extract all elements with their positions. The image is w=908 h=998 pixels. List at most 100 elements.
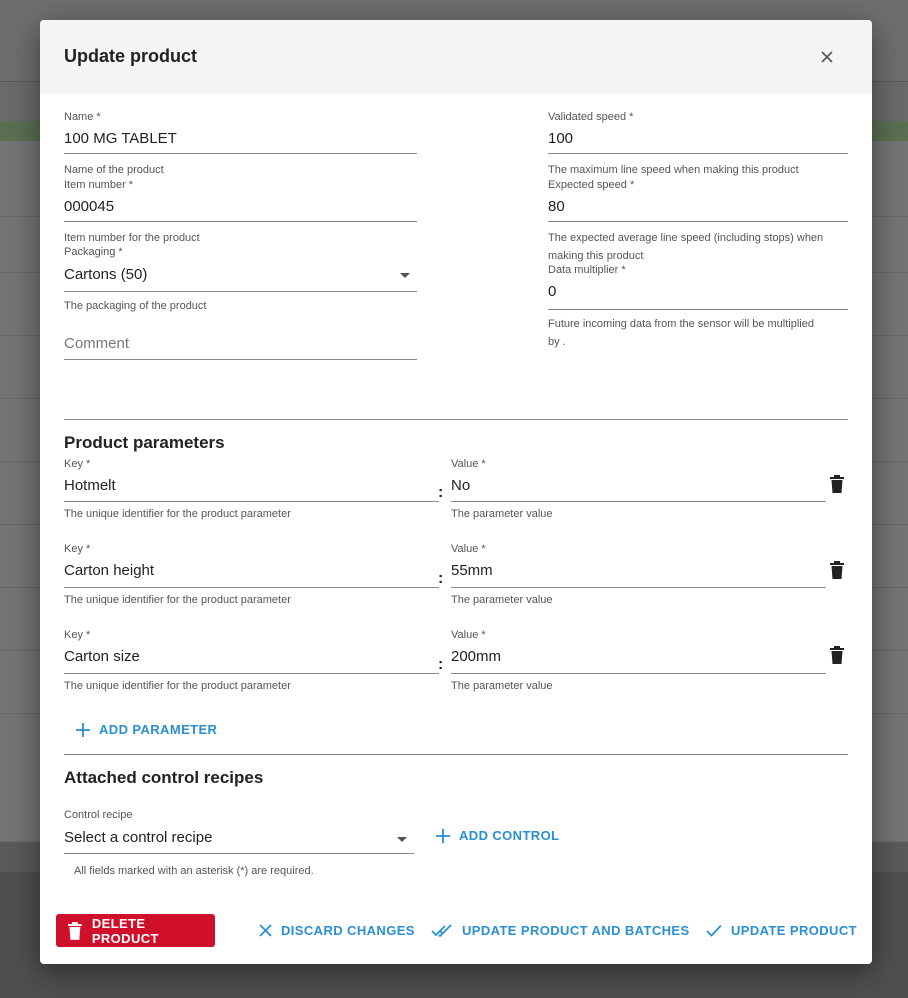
close-icon bbox=[821, 51, 833, 63]
expected-speed-input[interactable]: 80 bbox=[548, 198, 565, 215]
control-recipe-select[interactable]: Control recipe Select a control recipe bbox=[64, 809, 414, 855]
expected-speed-underline bbox=[548, 221, 848, 222]
check-icon bbox=[706, 924, 722, 937]
validated-speed-label: Validated speed * bbox=[548, 111, 634, 123]
parameter-value-field[interactable]: Value * 55mm The parameter value bbox=[451, 543, 826, 609]
packaging-label: Packaging * bbox=[64, 246, 123, 258]
parameter-key-input[interactable]: Carton height bbox=[64, 562, 154, 579]
trash-icon bbox=[68, 921, 82, 940]
validated-speed-hint: The maximum line speed when making this … bbox=[548, 164, 799, 176]
discard-changes-button[interactable]: DISCARD CHANGES bbox=[259, 923, 415, 938]
parameter-key-field[interactable]: Key * Carton size The unique identifier … bbox=[64, 629, 439, 695]
parameter-value-input[interactable]: 55mm bbox=[451, 562, 493, 579]
parameter-key-underline bbox=[64, 501, 439, 502]
chevron-down-icon[interactable] bbox=[397, 837, 407, 842]
data-multiplier-hint-line: by . bbox=[548, 336, 566, 348]
parameter-key-underline bbox=[64, 587, 439, 588]
parameter-key-field[interactable]: Key * Hotmelt The unique identifier for … bbox=[64, 458, 439, 524]
parameter-value-field[interactable]: Value * No The parameter value bbox=[451, 458, 826, 524]
parameter-key-label: Key * bbox=[64, 629, 91, 641]
required-fields-note: All fields marked with an asterisk (*) a… bbox=[74, 865, 314, 877]
parameter-key-label: Key * bbox=[64, 458, 91, 470]
parameter-value-hint: The parameter value bbox=[451, 594, 553, 606]
update-product-and-batches-button[interactable]: UPDATE PRODUCT AND BATCHES bbox=[431, 923, 690, 938]
parameter-key-hint: The unique identifier for the product pa… bbox=[64, 508, 291, 520]
data-multiplier-hint-line: Future incoming data from the sensor wil… bbox=[548, 318, 814, 330]
control-recipe-label: Control recipe bbox=[64, 809, 133, 821]
parameter-key-input[interactable]: Carton size bbox=[64, 648, 140, 665]
dialog-title: Update product bbox=[64, 46, 197, 66]
expected-speed-field[interactable]: Expected speed * 80 The expected average… bbox=[548, 179, 848, 263]
add-parameter-button[interactable]: ADD PARAMETER bbox=[76, 722, 217, 737]
comment-field[interactable]: Comment bbox=[64, 334, 417, 360]
trash-icon[interactable] bbox=[830, 475, 844, 493]
parameter-value-label: Value * bbox=[451, 458, 486, 470]
parameter-separator: : bbox=[438, 570, 444, 587]
packaging-hint: The packaging of the product bbox=[64, 300, 207, 312]
update-product-label: UPDATE PRODUCT bbox=[731, 923, 857, 938]
close-button[interactable] bbox=[816, 46, 838, 68]
packaging-select[interactable]: Packaging * Cartons (50) The packaging o… bbox=[64, 246, 417, 312]
expected-speed-hint-line: The expected average line speed (includi… bbox=[548, 232, 824, 244]
control-recipe-value[interactable]: Select a control recipe bbox=[64, 829, 212, 846]
update-product-button[interactable]: UPDATE PRODUCT bbox=[706, 923, 857, 938]
data-multiplier-field[interactable]: Data multiplier * 0 Future incoming data… bbox=[548, 264, 848, 348]
add-parameter-label: ADD PARAMETER bbox=[99, 722, 218, 737]
plus-icon bbox=[76, 722, 90, 737]
name-field[interactable]: Name * 100 MG TABLET Name of the product bbox=[64, 111, 417, 177]
control-recipe-underline bbox=[64, 853, 414, 854]
parameter-value-label: Value * bbox=[451, 543, 486, 555]
validated-speed-field[interactable]: Validated speed * 100 The maximum line s… bbox=[548, 111, 848, 177]
parameter-value-underline bbox=[451, 673, 826, 674]
parameter-value-field[interactable]: Value * 200mm The parameter value bbox=[451, 629, 826, 695]
update-product-dialog: Update product Name * 100 MG TABLET Name… bbox=[40, 20, 872, 964]
expected-speed-hint: The expected average line speed (includi… bbox=[548, 229, 823, 265]
discard-changes-label: DISCARD CHANGES bbox=[281, 923, 415, 938]
data-multiplier-label: Data multiplier * bbox=[548, 264, 626, 276]
chevron-down-icon[interactable] bbox=[400, 273, 410, 278]
close-icon bbox=[259, 924, 272, 937]
expected-speed-label: Expected speed * bbox=[548, 179, 635, 191]
item-number-label: Item number * bbox=[64, 179, 134, 191]
parameter-value-underline bbox=[451, 501, 826, 502]
data-multiplier-input[interactable]: 0 bbox=[548, 283, 556, 300]
dialog-header: Update product bbox=[40, 20, 872, 94]
parameter-key-field[interactable]: Key * Carton height The unique identifie… bbox=[64, 543, 439, 609]
item-number-field[interactable]: Item number * 000045 Item number for the… bbox=[64, 179, 417, 245]
packaging-value[interactable]: Cartons (50) bbox=[64, 266, 147, 283]
section-divider bbox=[64, 754, 848, 755]
delete-product-label: DELETE PRODUCT bbox=[91, 915, 159, 946]
delete-product-button[interactable]: DELETE PRODUCT bbox=[56, 914, 215, 947]
item-number-underline bbox=[64, 221, 417, 222]
parameter-value-underline bbox=[451, 587, 826, 588]
item-number-input[interactable]: 000045 bbox=[64, 198, 114, 215]
name-hint: Name of the product bbox=[64, 164, 164, 176]
data-multiplier-underline bbox=[548, 309, 848, 310]
parameter-value-input[interactable]: 200mm bbox=[451, 648, 501, 665]
expected-speed-hint-line: making this product bbox=[548, 250, 644, 262]
item-number-hint: Item number for the product bbox=[64, 232, 200, 244]
packaging-underline bbox=[64, 291, 417, 292]
parameter-key-underline bbox=[64, 673, 439, 674]
parameter-key-hint: The unique identifier for the product pa… bbox=[64, 594, 291, 606]
product-parameters-title: Product parameters bbox=[64, 433, 225, 452]
data-multiplier-hint: Future incoming data from the sensor wil… bbox=[548, 315, 814, 351]
attached-control-recipes-title: Attached control recipes bbox=[64, 768, 264, 787]
add-control-button[interactable]: ADD CONTROL bbox=[436, 828, 559, 843]
trash-icon[interactable] bbox=[830, 561, 844, 579]
add-control-label: ADD CONTROL bbox=[459, 828, 560, 843]
parameter-key-hint: The unique identifier for the product pa… bbox=[64, 680, 291, 692]
name-input[interactable]: 100 MG TABLET bbox=[64, 130, 177, 147]
comment-input[interactable]: Comment bbox=[64, 335, 129, 352]
update-product-and-batches-label: UPDATE PRODUCT AND BATCHES bbox=[462, 923, 690, 938]
trash-icon[interactable] bbox=[830, 646, 844, 664]
parameter-value-label: Value * bbox=[451, 629, 486, 641]
name-label: Name * bbox=[64, 111, 101, 123]
section-divider bbox=[64, 419, 848, 420]
parameter-value-input[interactable]: No bbox=[451, 477, 470, 494]
parameter-key-input[interactable]: Hotmelt bbox=[64, 477, 116, 494]
parameter-key-label: Key * bbox=[64, 543, 91, 555]
plus-icon bbox=[436, 828, 450, 843]
validated-speed-input[interactable]: 100 bbox=[548, 130, 573, 147]
parameter-separator: : bbox=[438, 656, 444, 673]
